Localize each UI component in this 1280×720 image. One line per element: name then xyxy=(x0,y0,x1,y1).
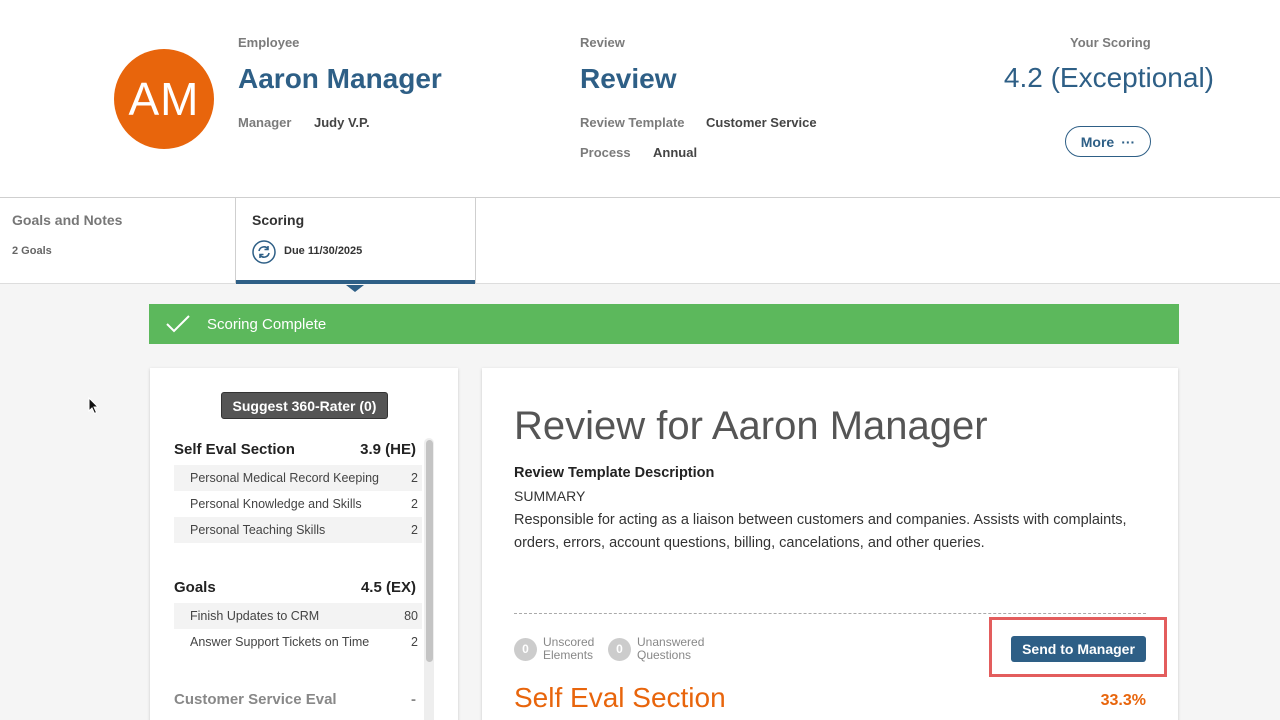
review-tabs: Goals and Notes 2 Goals Scoring Due 11/3… xyxy=(0,198,1280,292)
description-summary: SUMMARY xyxy=(514,488,586,504)
process-label: Process xyxy=(580,145,631,160)
send-to-manager-button[interactable]: Send to Manager xyxy=(1011,636,1146,662)
description-text: Responsible for acting as a liaison betw… xyxy=(514,512,1127,551)
sidebar-section-goals[interactable]: Goals 4.5 (EX) xyxy=(174,579,416,596)
divider xyxy=(514,613,1146,614)
section-heading: Self Eval Section xyxy=(514,682,726,713)
review-label: Review xyxy=(580,35,625,50)
more-button-label: More xyxy=(1080,133,1115,150)
active-tab-pointer xyxy=(346,285,364,292)
checkmark-icon xyxy=(166,315,190,333)
list-item-label: Answer Support Tickets on Time xyxy=(190,635,370,649)
manager-label: Manager xyxy=(238,115,292,130)
sidebar-section-customer-service[interactable]: Customer Service Eval - xyxy=(174,691,416,708)
tab-goals-and-notes[interactable]: Goals and Notes 2 Goals xyxy=(0,198,236,283)
list-item-value: 2 xyxy=(411,523,418,537)
your-scoring-value: 4.2 (Exceptional) xyxy=(1003,62,1214,93)
sidebar-scrollbar-thumb[interactable] xyxy=(426,440,433,662)
list-item[interactable]: Personal Medical Record Keeping 2 xyxy=(174,465,422,491)
list-item-value: 2 xyxy=(411,635,418,649)
scoring-complete-banner: Scoring Complete xyxy=(149,304,1179,344)
tab-scoring-title: Scoring xyxy=(252,212,305,228)
employee-name[interactable]: Aaron Manager xyxy=(238,63,442,95)
list-item-label: Personal Teaching Skills xyxy=(190,523,326,537)
description-heading: Review Template Description xyxy=(514,465,715,481)
tab-scoring-due: Due 11/30/2025 xyxy=(284,245,363,257)
count-badge: 0 xyxy=(608,637,631,661)
section-percentage: 33.3% xyxy=(1100,692,1146,709)
list-item-value: 2 xyxy=(411,471,418,485)
unscored-elements-counter: 0 Unscored Elements xyxy=(514,636,613,662)
section-title: Customer Service Eval xyxy=(174,691,337,708)
avatar: AM xyxy=(114,49,214,149)
tab-goals-title: Goals and Notes xyxy=(12,212,123,228)
suggest-360-rater-button[interactable]: Suggest 360-Rater (0) xyxy=(221,392,388,419)
review-header: AM Employee Aaron Manager Manager Judy V… xyxy=(0,0,1280,198)
sidebar-section-self-eval[interactable]: Self Eval Section 3.9 (HE) xyxy=(174,441,416,458)
review-panel: Review for Aaron Manager Review Template… xyxy=(482,368,1178,720)
counter-label: Unanswered Questions xyxy=(637,635,705,662)
section-score: 3.9 (HE) xyxy=(360,441,416,458)
score-sidebar: Suggest 360-Rater (0) Self Eval Section … xyxy=(150,368,458,720)
refresh-icon xyxy=(252,240,276,264)
review-template-value: Customer Service xyxy=(706,115,817,130)
employee-label: Employee xyxy=(238,35,300,50)
ellipsis-icon: ··· xyxy=(1121,133,1136,150)
list-item[interactable]: Personal Knowledge and Skills 2 xyxy=(174,491,422,517)
section-title: Goals xyxy=(174,579,216,596)
list-item-label: Finish Updates to CRM xyxy=(190,609,320,623)
avatar-initials: AM xyxy=(128,73,200,125)
your-scoring-label: Your Scoring xyxy=(1070,35,1151,50)
process-value: Annual xyxy=(653,145,698,160)
review-template-label: Review Template xyxy=(580,115,685,130)
list-item-value: 80 xyxy=(404,609,418,623)
counter-label: Unscored Elements xyxy=(543,635,595,662)
manager-name[interactable]: Judy V.P. xyxy=(314,115,370,130)
list-item[interactable]: Answer Support Tickets on Time 2 xyxy=(174,629,422,655)
banner-text: Scoring Complete xyxy=(207,315,327,333)
section-score: - xyxy=(411,691,416,708)
page-title: Review for Aaron Manager xyxy=(514,404,988,448)
list-item-value: 2 xyxy=(411,497,418,511)
list-item[interactable]: Finish Updates to CRM 80 xyxy=(174,603,422,629)
tab-goals-sub: 2 Goals xyxy=(12,245,52,257)
list-item[interactable]: Personal Teaching Skills 2 xyxy=(174,517,422,543)
review-title: Review xyxy=(580,63,677,94)
count-badge: 0 xyxy=(514,637,537,661)
unanswered-questions-counter: 0 Unanswered Questions xyxy=(608,636,707,662)
mouse-cursor-icon xyxy=(88,397,100,415)
section-title: Self Eval Section xyxy=(174,441,295,458)
tab-scoring[interactable]: Scoring Due 11/30/2025 xyxy=(235,198,476,292)
list-item-label: Personal Knowledge and Skills xyxy=(190,497,362,511)
more-button[interactable]: More ··· xyxy=(1065,126,1151,157)
list-item-label: Personal Medical Record Keeping xyxy=(190,471,379,485)
section-score: 4.5 (EX) xyxy=(360,579,416,596)
